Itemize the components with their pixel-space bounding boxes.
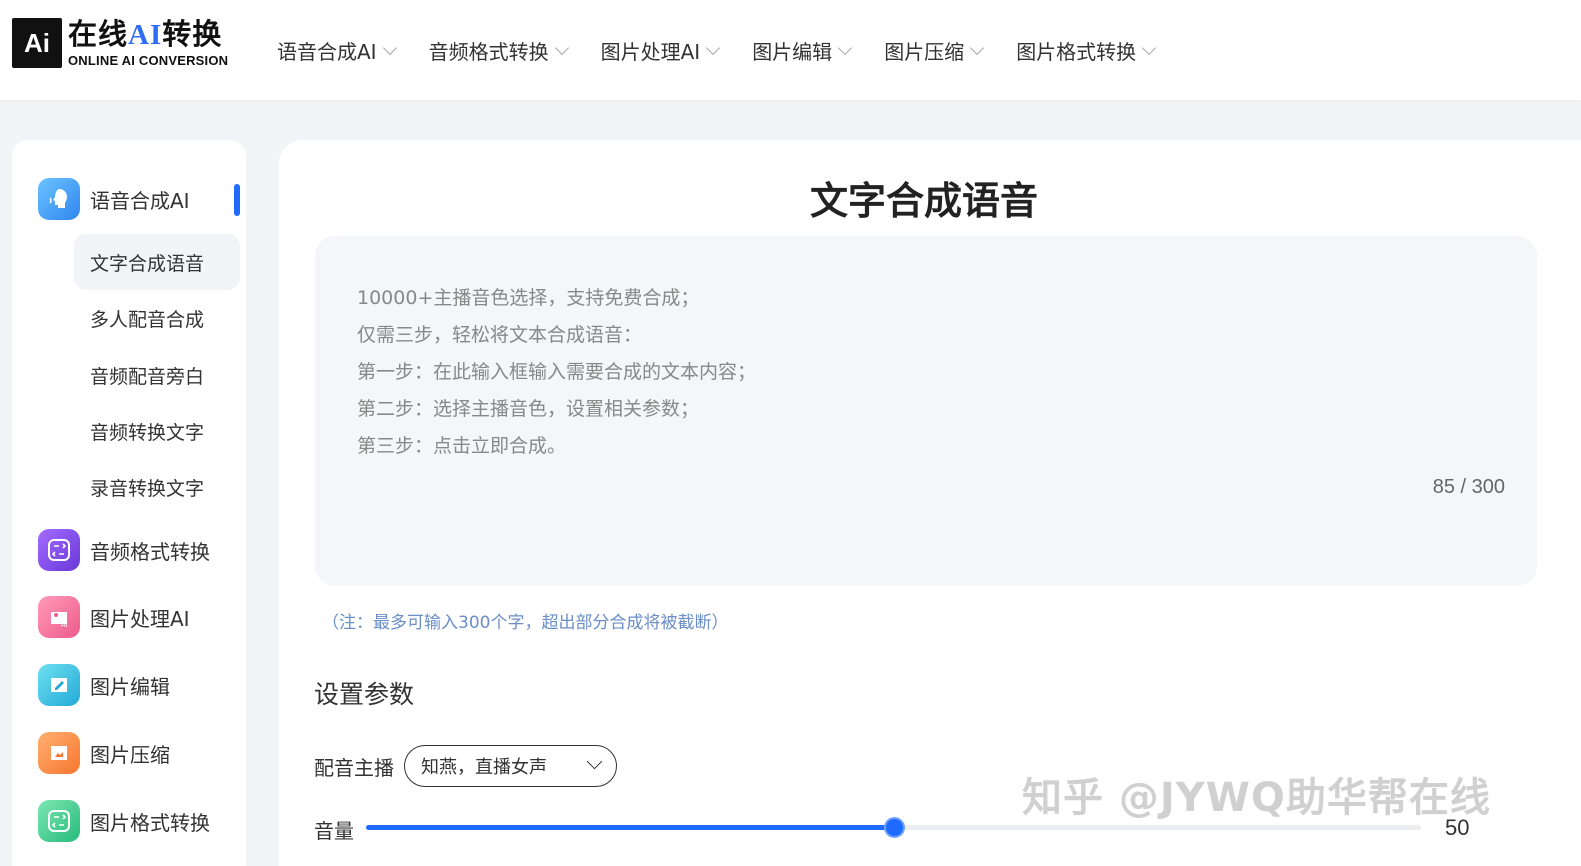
- image-ai-icon: AI: [38, 596, 80, 638]
- logo-title-suffix: 转换: [162, 16, 223, 51]
- nav-label: 图片格式转换: [1016, 40, 1137, 64]
- image-convert-icon: [38, 800, 80, 842]
- logo-title: 在线AI转换: [68, 16, 228, 51]
- chevron-down-icon: [382, 40, 397, 55]
- text-input-area: 85 / 300: [315, 236, 1537, 586]
- sidebar-item-audio-to-text[interactable]: 音频转换文字: [74, 403, 240, 459]
- nav-item-image-ai[interactable]: 图片处理AI: [600, 36, 721, 65]
- voice-select[interactable]: 知燕，直播女声: [404, 745, 617, 787]
- sidebar: 语音合成AI 文字合成语音 多人配音合成 音频配音旁白 音频转换文字 录音转换文…: [12, 140, 246, 866]
- page-title: 文字合成语音: [809, 179, 1038, 223]
- nav-label: 图片编辑: [752, 40, 833, 64]
- nav-label: 图片处理AI: [600, 40, 701, 64]
- sidebar-cat-label: 图片压缩: [90, 742, 170, 767]
- image-compress-icon: [38, 732, 80, 774]
- chevron-down-icon: [554, 40, 569, 55]
- sidebar-cat-tts[interactable]: 语音合成AI: [38, 178, 190, 220]
- nav-label: 图片压缩: [884, 40, 965, 64]
- nav-item-image-edit[interactable]: 图片编辑: [752, 36, 853, 65]
- sidebar-cat-image-ai[interactable]: AI 图片处理AI: [38, 596, 190, 638]
- nav-label: 语音合成AI: [277, 40, 377, 64]
- nav-item-audio-convert[interactable]: 音频格式转换: [428, 36, 569, 65]
- sidebar-item-text-to-speech[interactable]: 文字合成语音: [74, 234, 240, 290]
- sidebar-item-recording-to-text[interactable]: 录音转换文字: [74, 459, 240, 515]
- chevron-down-icon: [706, 40, 721, 55]
- svg-text:AI: AI: [61, 622, 68, 629]
- nav-item-image-compress[interactable]: 图片压缩: [884, 36, 985, 65]
- sidebar-cat-label: 音频格式转换: [90, 539, 210, 564]
- settings-title: 设置参数: [314, 680, 415, 709]
- logo-title-prefix: 在线: [68, 16, 129, 51]
- site-logo[interactable]: Ai 在线AI转换 ONLINE AI CONVERSION: [12, 18, 228, 68]
- watermark-text: 知乎 @JYWQ助华帮在线: [1022, 775, 1491, 821]
- main-panel: 文字合成语音 85 / 300 （注：最多可输入300个字，超出部分合成将被截断…: [279, 140, 1581, 866]
- chevron-down-icon: [586, 753, 603, 770]
- volume-label: 音量: [314, 819, 354, 843]
- sidebar-cat-label: 图片编辑: [90, 674, 170, 699]
- logo-mark: Ai: [12, 18, 62, 68]
- nav-item-image-convert[interactable]: 图片格式转换: [1016, 36, 1157, 65]
- sidebar-cat-label: 图片格式转换: [90, 810, 210, 835]
- sidebar-cat-audio-convert[interactable]: 音频格式转换: [38, 529, 210, 571]
- sidebar-cat-image-convert[interactable]: 图片格式转换: [38, 800, 210, 842]
- nav-label: 音频格式转换: [428, 40, 549, 64]
- sidebar-item-narration[interactable]: 音频配音旁白: [74, 347, 240, 403]
- volume-slider-handle[interactable]: [883, 817, 905, 838]
- chevron-down-icon: [1142, 40, 1157, 55]
- chevron-down-icon: [970, 40, 985, 55]
- sidebar-item-multi-voice[interactable]: 多人配音合成: [74, 290, 240, 346]
- nav-item-tts[interactable]: 语音合成AI: [277, 36, 397, 65]
- char-counter: 85 / 300: [1432, 476, 1505, 498]
- image-edit-icon: [38, 664, 80, 706]
- logo-title-ai: AI: [128, 18, 163, 51]
- sidebar-cat-label: 图片处理AI: [90, 606, 190, 631]
- top-header: Ai 在线AI转换 ONLINE AI CONVERSION 语音合成AI 音频…: [0, 0, 1581, 100]
- voice-row: 配音主播 知燕，直播女声: [314, 745, 617, 787]
- audio-convert-icon: [38, 529, 80, 571]
- volume-slider[interactable]: [366, 817, 1421, 838]
- input-limit-note: （注：最多可输入300个字，超出部分合成将被截断）: [322, 613, 729, 633]
- sidebar-cat-label: 语音合成AI: [90, 188, 190, 213]
- microphone-head-icon: [38, 178, 80, 220]
- logo-subtitle: ONLINE AI CONVERSION: [68, 52, 229, 68]
- voice-label: 配音主播: [314, 755, 394, 780]
- sidebar-cat-image-compress[interactable]: 图片压缩: [38, 732, 170, 774]
- top-nav: 语音合成AI 音频格式转换 图片处理AI 图片编辑 图片压缩 图片格式转换: [277, 36, 1188, 65]
- sidebar-cat-image-edit[interactable]: 图片编辑: [38, 664, 170, 706]
- text-input[interactable]: [315, 236, 1537, 586]
- chevron-down-icon: [838, 40, 853, 55]
- active-indicator: [234, 184, 240, 216]
- volume-slider-fill: [366, 825, 894, 830]
- voice-select-value: 知燕，直播女声: [421, 757, 547, 778]
- logo-text: 在线AI转换 ONLINE AI CONVERSION: [68, 16, 229, 68]
